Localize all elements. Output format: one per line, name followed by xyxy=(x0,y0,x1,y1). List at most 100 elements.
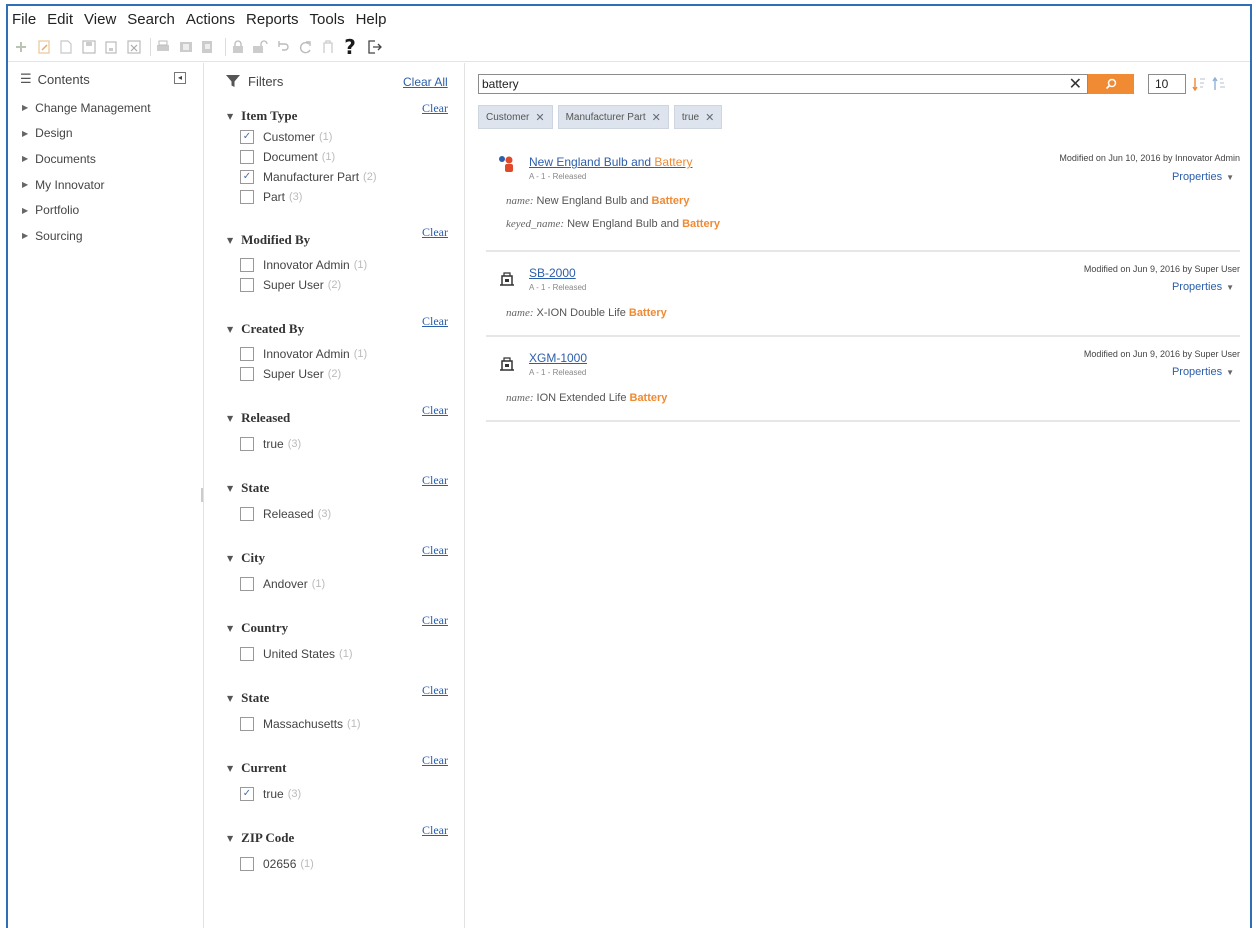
remove-tag-icon[interactable]: ✕ xyxy=(535,111,544,124)
promote-icon[interactable] xyxy=(319,38,337,56)
result-title-link[interactable]: XGM-1000 xyxy=(529,351,587,365)
checkbox[interactable] xyxy=(240,647,254,661)
clear-filter-link[interactable]: Clear xyxy=(422,314,448,329)
checkbox[interactable]: ✓ xyxy=(240,787,254,801)
caret-down-icon: ▼ xyxy=(227,483,234,493)
remove-tag-icon[interactable]: ✕ xyxy=(705,111,714,124)
filter-option[interactable]: ✓ true (3) xyxy=(227,784,464,804)
view-icon[interactable] xyxy=(57,38,75,56)
checkbox[interactable] xyxy=(240,150,254,164)
clear-filter-link[interactable]: Clear xyxy=(422,823,448,838)
checkbox[interactable] xyxy=(240,857,254,871)
checkbox[interactable] xyxy=(240,367,254,381)
tree-item-my-innovator[interactable]: ▶ My Innovator xyxy=(8,172,203,198)
help-icon[interactable]: ? xyxy=(341,35,359,59)
filter-option-label: true xyxy=(263,787,284,801)
menu-reports[interactable]: Reports xyxy=(246,11,299,28)
menu-edit[interactable]: Edit xyxy=(47,11,73,28)
filter-option[interactable]: United States (1) xyxy=(227,644,464,664)
collapse-panel-icon[interactable]: ◂ xyxy=(174,72,186,84)
filter-option[interactable]: true (3) xyxy=(227,434,464,454)
sort-descending-icon[interactable] xyxy=(1192,76,1206,92)
filter-option[interactable]: ✓ Customer (1) xyxy=(227,127,464,147)
clear-filter-link[interactable]: Clear xyxy=(422,683,448,698)
clear-filter-link[interactable]: Clear xyxy=(422,101,448,116)
filter-tag[interactable]: Customer ✕ xyxy=(478,105,553,129)
filter-option[interactable]: Innovator Admin (1) xyxy=(227,344,464,364)
tree-item-design[interactable]: ▶ Design xyxy=(8,121,203,147)
clear-all-link[interactable]: Clear All xyxy=(403,75,448,89)
filter-option[interactable]: Massachusetts (1) xyxy=(227,714,464,734)
delete-icon[interactable] xyxy=(125,38,143,56)
new-item-icon[interactable] xyxy=(12,38,30,56)
checkbox[interactable] xyxy=(240,190,254,204)
properties-dropdown[interactable]: Properties ▼ xyxy=(1172,281,1234,293)
tree-item-change-management[interactable]: ▶ Change Management xyxy=(8,95,203,121)
menu-view[interactable]: View xyxy=(84,11,116,28)
save-icon[interactable] xyxy=(80,38,98,56)
unlock-icon[interactable] xyxy=(251,38,269,56)
checkbox[interactable] xyxy=(240,258,254,272)
filter-group-title: Item Type xyxy=(241,108,298,123)
clear-search-icon[interactable]: ✕ xyxy=(1069,74,1082,94)
filter-option[interactable]: ✓ Manufacturer Part (2) xyxy=(227,167,464,187)
search-button[interactable] xyxy=(1088,74,1134,94)
sort-ascending-icon[interactable] xyxy=(1212,76,1226,92)
field-value: X-ION Double Life xyxy=(533,307,629,319)
export-icon[interactable] xyxy=(199,38,217,56)
properties-dropdown[interactable]: Properties ▼ xyxy=(1172,366,1234,378)
clear-filter-link[interactable]: Clear xyxy=(422,543,448,558)
checkbox[interactable] xyxy=(240,278,254,292)
checkbox[interactable] xyxy=(240,717,254,731)
clear-filter-link[interactable]: Clear xyxy=(422,403,448,418)
filter-option[interactable]: Released (3) xyxy=(227,504,464,524)
filter-option[interactable]: Andover (1) xyxy=(227,574,464,594)
panel-splitter[interactable] xyxy=(201,488,203,502)
search-input[interactable] xyxy=(479,75,1039,93)
checkbox[interactable] xyxy=(240,347,254,361)
save-unlock-close-icon[interactable] xyxy=(102,38,120,56)
filter-tag-label: Customer xyxy=(486,111,530,123)
tree-item-sourcing[interactable]: ▶ Sourcing xyxy=(8,223,203,249)
checkbox[interactable] xyxy=(240,437,254,451)
result-title-text: New England Bulb and xyxy=(529,155,655,169)
edit-icon[interactable] xyxy=(35,38,53,56)
filter-option[interactable]: Innovator Admin (1) xyxy=(227,255,464,275)
print-icon[interactable] xyxy=(154,38,172,56)
refresh-icon[interactable] xyxy=(296,38,314,56)
menu-icon[interactable]: ☰ xyxy=(20,71,32,87)
filters-panel: Filters Clear All ▼ Item Type Clear ✓ Cust… xyxy=(205,63,465,928)
filter-option[interactable]: 02656 (1) xyxy=(227,854,464,874)
remove-tag-icon[interactable]: ✕ xyxy=(652,111,661,124)
checkbox[interactable]: ✓ xyxy=(240,170,254,184)
filter-option[interactable]: Part (3) xyxy=(227,187,464,207)
menu-actions[interactable]: Actions xyxy=(186,11,235,28)
filter-option[interactable]: Super User (2) xyxy=(227,364,464,384)
checkbox[interactable] xyxy=(240,507,254,521)
clear-filter-link[interactable]: Clear xyxy=(422,753,448,768)
result-title-link[interactable]: New England Bulb and Battery xyxy=(529,155,692,169)
filter-tag[interactable]: true ✕ xyxy=(673,105,723,129)
menu-help[interactable]: Help xyxy=(356,11,387,28)
menu-search[interactable]: Search xyxy=(127,11,175,28)
copy-icon[interactable] xyxy=(177,38,195,56)
menu-file[interactable]: File xyxy=(12,11,36,28)
result-title-link[interactable]: SB-2000 xyxy=(529,266,576,280)
filter-tag[interactable]: Manufacturer Part ✕ xyxy=(557,105,669,129)
tree-item-documents[interactable]: ▶ Documents xyxy=(8,146,203,172)
clear-filter-link[interactable]: Clear xyxy=(422,225,448,240)
clear-filter-link[interactable]: Clear xyxy=(422,473,448,488)
tree-item-portfolio[interactable]: ▶ Portfolio xyxy=(8,197,203,223)
properties-dropdown[interactable]: Properties ▼ xyxy=(1172,171,1234,183)
lock-icon[interactable] xyxy=(229,38,247,56)
filter-option[interactable]: Document (1) xyxy=(227,147,464,167)
clear-filter-link[interactable]: Clear xyxy=(422,613,448,628)
filter-group-modified-by: ▼ Modified By Clear Innovator Admin (1) Su… xyxy=(205,225,464,295)
checkbox[interactable] xyxy=(240,577,254,591)
undo-icon[interactable] xyxy=(274,38,292,56)
logout-icon[interactable] xyxy=(365,38,383,56)
filter-option[interactable]: Super User (2) xyxy=(227,275,464,295)
menu-tools[interactable]: Tools xyxy=(310,11,345,28)
page-size-input[interactable]: 10 xyxy=(1148,74,1186,94)
checkbox[interactable]: ✓ xyxy=(240,130,254,144)
